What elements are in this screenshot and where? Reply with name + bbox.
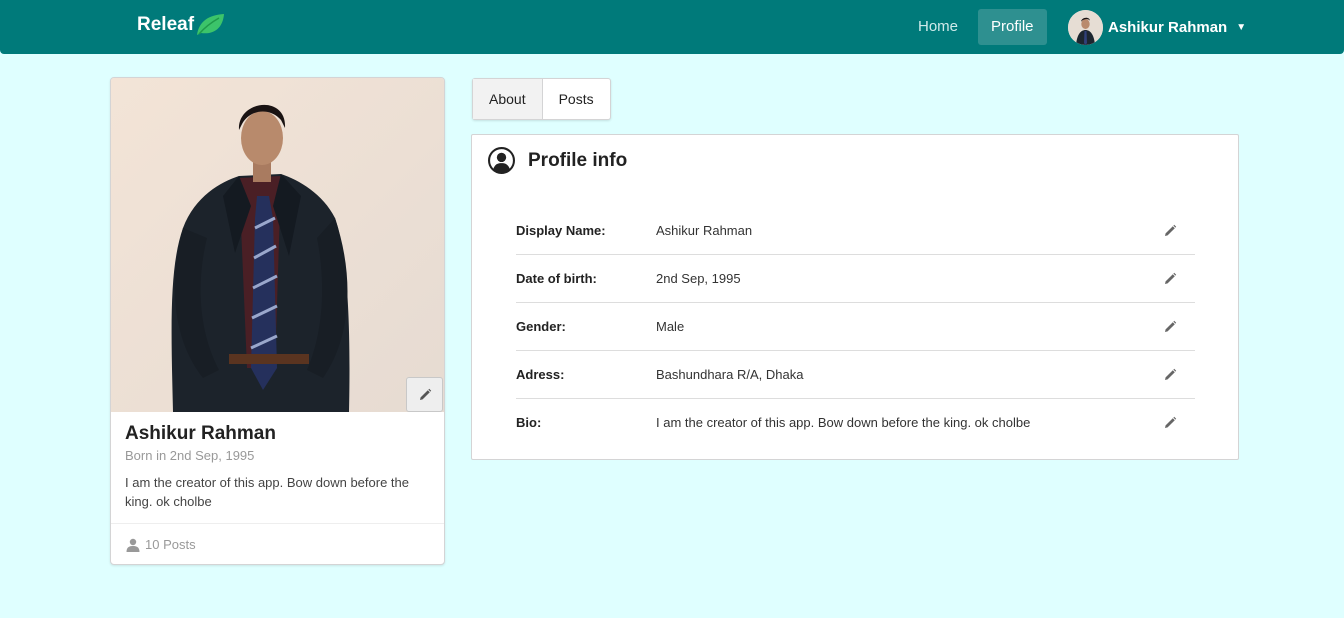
post-count-label: 10 Posts [145,537,196,552]
post-count[interactable]: 10 Posts [126,537,196,552]
info-row-date-of-birth: Date of birth: 2nd Sep, 1995 [516,255,1195,303]
nav-profile-link[interactable]: Profile [978,9,1047,45]
pencil-icon[interactable] [1163,224,1177,238]
profile-name: Ashikur Rahman [125,423,276,444]
top-navbar: Releaf Home Profile Ashikur Rahman ▼ [0,0,1344,54]
card-divider [111,523,444,524]
row-label: Gender: [516,319,566,334]
row-label: Adress: [516,367,565,382]
profile-bio: I am the creator of this app. Bow down b… [125,475,409,509]
profile-info-panel: Profile info Display Name: Ashikur Rahma… [471,134,1239,460]
profile-birth-date: Born in 2nd Sep, 1995 [125,448,255,463]
panel-header: Profile info [488,147,627,174]
row-label: Bio: [516,415,542,430]
pencil-icon[interactable] [1163,416,1177,430]
info-row-bio: Bio: I am the creator of this app. Bow d… [516,399,1195,447]
profile-info-list: Display Name: Ashikur Rahman Date of bir… [516,207,1195,447]
brand-logo[interactable]: Releaf [137,13,225,37]
pencil-icon[interactable] [1163,368,1177,382]
edit-photo-button[interactable] [406,377,443,412]
row-label: Display Name: [516,223,606,238]
info-row-address: Adress: Bashundhara R/A, Dhaka [516,351,1195,399]
profile-tabs: About Posts [472,78,611,120]
pencil-icon[interactable] [1163,272,1177,286]
user-circle-icon [488,147,515,174]
row-value: I am the creator of this app. Bow down b… [656,415,1031,430]
brand-name: Releaf [137,14,195,35]
tab-posts[interactable]: Posts [543,79,610,119]
user-menu[interactable]: Ashikur Rahman ▼ [1068,9,1246,45]
user-icon [126,538,140,552]
profile-card: Ashikur Rahman Born in 2nd Sep, 1995 I a… [110,77,445,565]
row-value: Male [656,319,685,334]
panel-title: Profile info [528,149,628,171]
info-row-display-name: Display Name: Ashikur Rahman [516,207,1195,255]
caret-down-icon: ▼ [1236,21,1247,33]
pencil-icon [419,388,431,400]
row-value: 2nd Sep, 1995 [656,271,741,286]
pencil-icon[interactable] [1163,320,1177,334]
row-label: Date of birth: [516,271,597,286]
tab-about[interactable]: About [473,79,543,119]
row-value: Bashundhara R/A, Dhaka [656,367,804,382]
row-value: Ashikur Rahman [656,223,753,238]
info-row-gender: Gender: Male [516,303,1195,351]
user-name: Ashikur Rahman [1108,18,1228,36]
nav-home-link[interactable]: Home [905,9,971,45]
profile-photo [111,78,444,412]
leaf-icon [197,14,225,35]
avatar [1068,9,1103,45]
